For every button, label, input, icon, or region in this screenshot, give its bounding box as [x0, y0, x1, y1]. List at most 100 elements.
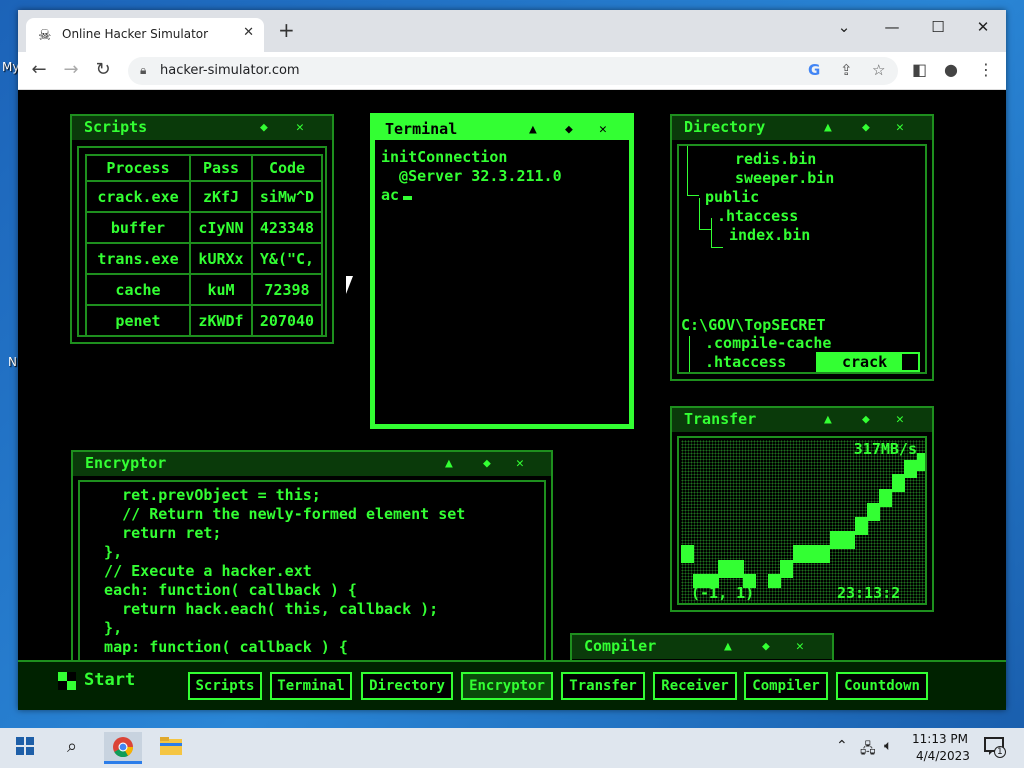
back-arrow-icon[interactable]: ← [28, 59, 50, 80]
bookmark-star-icon[interactable]: ☆ [872, 61, 885, 79]
desktop-icon-label[interactable]: N [8, 355, 17, 369]
start-grid-icon[interactable] [58, 672, 76, 690]
scripts-panel-header[interactable]: Scripts ◆ ✕ [72, 116, 332, 140]
transfer-bar [817, 545, 830, 563]
minimize-button[interactable]: — [882, 18, 902, 36]
file-item[interactable]: redis.bin [735, 150, 816, 168]
chevron-up-icon[interactable]: ▲ [824, 412, 832, 427]
terminal-line: initConnection [381, 148, 508, 166]
scripts-table: Process Pass Code crack.exe zKfJ siMw^D … [85, 154, 323, 335]
scripts-panel-body: Process Pass Code crack.exe zKfJ siMw^D … [77, 146, 327, 337]
side-panel-icon[interactable]: ◧ [912, 60, 927, 79]
scripts-panel[interactable]: Scripts ◆ ✕ Process Pass Code crack.exe … [70, 114, 334, 344]
panel-title: Directory [684, 118, 766, 136]
volume-icon[interactable]: 🔈︎ [884, 738, 892, 754]
taskbar-button-transfer[interactable]: Transfer [561, 672, 645, 700]
transfer-rate: 317MB/s [853, 440, 917, 458]
taskbar-button-compiler[interactable]: Compiler [744, 672, 828, 700]
resize-icon[interactable]: ◆ [762, 639, 770, 654]
file-item[interactable]: .compile-cache [705, 334, 831, 352]
tree-line [689, 336, 693, 372]
network-icon[interactable]: 🖧︎ [860, 738, 876, 762]
close-icon[interactable]: ✕ [796, 639, 804, 654]
close-icon[interactable]: ✕ [599, 122, 607, 137]
file-explorer-icon[interactable] [158, 736, 184, 760]
panel-title: Encryptor [85, 454, 167, 472]
terminal-panel[interactable]: Terminal ▲ ◆ ✕ initConnection @Server 32… [370, 113, 634, 429]
taskbar-button-encryptor[interactable]: Encryptor [461, 672, 553, 700]
directory-panel-header[interactable]: Directory ▲ ◆ ✕ [672, 116, 932, 140]
skull-crossbones-icon: ☠ [38, 26, 52, 44]
transfer-bar [842, 531, 855, 549]
lock-icon[interactable]: 🔒︎ [140, 63, 146, 78]
tab-close-icon[interactable]: ✕ [243, 25, 254, 40]
address-bar[interactable]: 🔒︎ hacker-simulator.com G ⇪ ☆ [128, 57, 898, 85]
resize-icon[interactable]: ◆ [862, 412, 870, 427]
terminal-line: ac [381, 186, 400, 204]
forward-arrow-icon[interactable]: → [60, 59, 82, 80]
resize-icon[interactable]: ◆ [862, 120, 870, 135]
clock-date[interactable]: 4/4/2023 [916, 749, 970, 763]
close-icon[interactable]: ✕ [896, 412, 904, 427]
transfer-bar [879, 489, 892, 507]
taskbar-button-receiver[interactable]: Receiver [653, 672, 737, 700]
encryptor-panel[interactable]: Encryptor ▲ ◆ ✕ ret.prevObject = this; /… [71, 450, 553, 664]
maximize-button[interactable]: ☐ [928, 18, 948, 36]
chevron-up-icon[interactable]: ▲ [445, 456, 453, 471]
file-item[interactable]: .htaccess [717, 207, 798, 225]
chevron-up-icon[interactable]: ⌃ [836, 738, 848, 754]
encryptor-panel-header[interactable]: Encryptor ▲ ◆ ✕ [73, 452, 551, 476]
chrome-taskbar-icon[interactable] [104, 732, 142, 764]
tab-title: Online Hacker Simulator [62, 27, 209, 41]
folder-item[interactable]: public [705, 188, 759, 206]
profile-avatar-icon[interactable]: ● [944, 60, 958, 79]
resize-icon[interactable]: ◆ [483, 456, 491, 471]
taskbar-button-directory[interactable]: Directory [361, 672, 453, 700]
tab-search-icon[interactable]: ⌄ [834, 18, 854, 36]
resize-icon[interactable]: ◆ [565, 122, 573, 137]
terminal-output[interactable]: initConnection @Server 32.3.211.0 ac [377, 144, 629, 424]
google-lens-icon[interactable]: G [808, 61, 820, 79]
file-item[interactable]: .htaccess [705, 353, 786, 371]
compiler-panel-header[interactable]: Compiler ▲ ◆ ✕ [572, 635, 832, 659]
search-icon[interactable]: ⌕ [60, 736, 84, 757]
chevron-up-icon[interactable]: ▲ [824, 120, 832, 135]
transfer-graph-frame: 317MB/s (-1, 1) 23:13:2 [677, 436, 927, 605]
code-line: ret.prevObject = this; [86, 486, 321, 504]
reload-icon[interactable]: ↻ [92, 59, 114, 80]
chevron-up-icon[interactable]: ▲ [724, 639, 732, 654]
taskbar-button-countdown[interactable]: Countdown [836, 672, 928, 700]
close-window-button[interactable]: ✕ [973, 18, 993, 36]
table-row: trans.exe kURXx Y&("C, [85, 242, 323, 275]
taskbar-button-scripts[interactable]: Scripts [188, 672, 262, 700]
transfer-panel-header[interactable]: Transfer ▲ ◆ ✕ [672, 408, 932, 432]
close-icon[interactable]: ✕ [896, 120, 904, 135]
taskbar-button-terminal[interactable]: Terminal [270, 672, 352, 700]
table-cell: cIyNN [189, 211, 253, 244]
browser-menu-icon[interactable]: ⋮ [978, 60, 994, 79]
code-line: return ret; [86, 524, 222, 542]
browser-tab[interactable]: ☠ Online Hacker Simulator ✕ [26, 18, 264, 52]
code-line: return hack.each( this, callback ); [86, 600, 439, 618]
terminal-panel-header[interactable]: Terminal ▲ ◆ ✕ [375, 118, 629, 140]
directory-panel[interactable]: Directory ▲ ◆ ✕ redis.bin sweeper.bin pu… [670, 114, 934, 381]
table-row: crack.exe zKfJ siMw^D [85, 180, 323, 213]
notification-icon[interactable]: 1 [982, 736, 1006, 758]
close-icon[interactable]: ✕ [516, 456, 524, 471]
start-button[interactable]: Start [84, 670, 135, 690]
share-icon[interactable]: ⇪ [840, 61, 853, 79]
chevron-up-icon[interactable]: ▲ [529, 122, 537, 137]
windows-start-icon[interactable] [14, 736, 36, 760]
desktop-icon-label[interactable]: My [2, 60, 19, 74]
close-icon[interactable]: ✕ [296, 120, 304, 135]
windows-taskbar: ⌕ ⌃ 🖧︎ 🔈︎ 11:13 PM 4/4/2023 1 [0, 728, 1024, 768]
crack-progress-button[interactable]: crack [816, 352, 920, 372]
file-item[interactable]: sweeper.bin [735, 169, 834, 187]
new-tab-button[interactable]: + [278, 20, 295, 40]
resize-icon[interactable]: ◆ [260, 120, 268, 135]
transfer-panel[interactable]: Transfer ▲ ◆ ✕ 317MB/s (-1, 1) 23:13:2 [670, 406, 934, 612]
url-text[interactable]: hacker-simulator.com [160, 63, 300, 78]
clock-time[interactable]: 11:13 PM [912, 732, 968, 746]
file-item[interactable]: index.bin [729, 226, 810, 244]
mouse-pointer-icon [346, 276, 360, 294]
